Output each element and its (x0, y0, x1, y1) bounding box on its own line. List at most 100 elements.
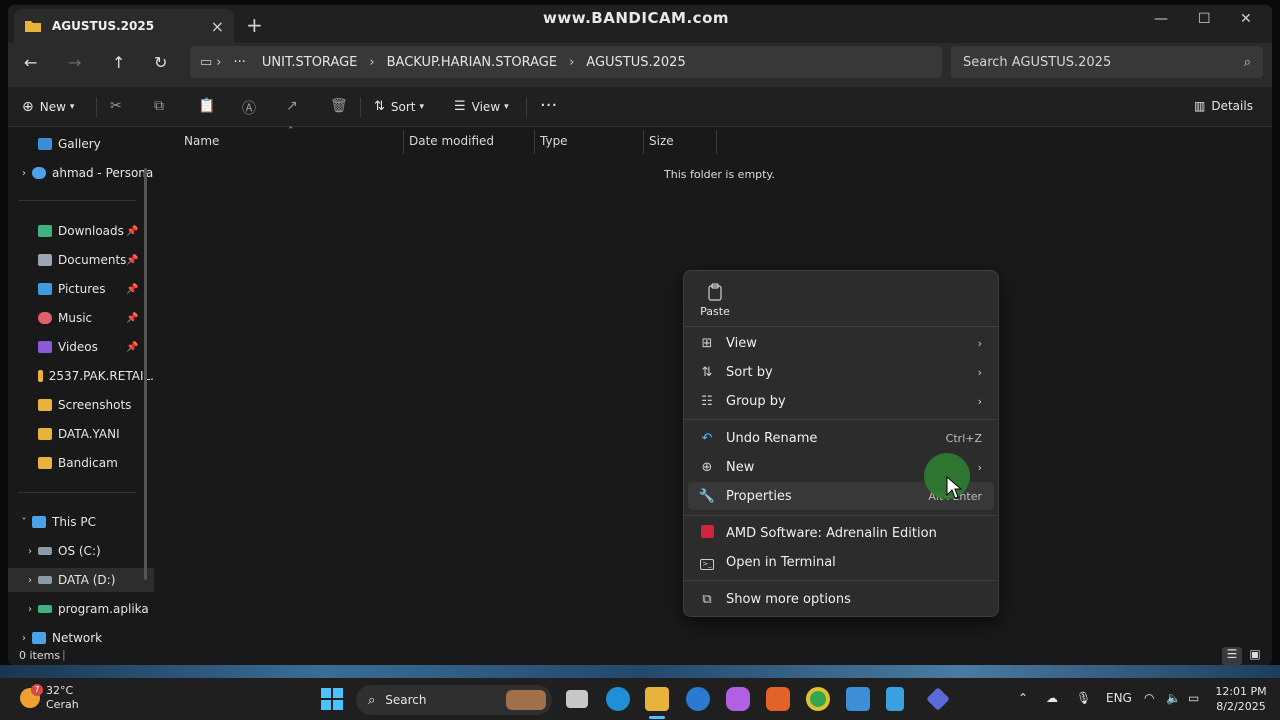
column-divider[interactable] (534, 130, 535, 154)
sidebar-item-music[interactable]: Music 📌 (8, 306, 154, 330)
menu-item-view[interactable]: ⊞ View › (688, 329, 994, 357)
column-header-type[interactable]: Type (540, 134, 568, 148)
close-window-button[interactable]: ✕ (1240, 11, 1252, 27)
sidebar-item-screenshots[interactable]: Screenshots (8, 393, 154, 417)
menu-item-amd-software[interactable]: AMD Software: Adrenalin Edition (688, 519, 994, 547)
app-icon[interactable] (686, 687, 710, 711)
delete-icon[interactable]: 🗑 (330, 98, 348, 114)
column-divider[interactable] (403, 130, 404, 154)
minimize-button[interactable]: — (1154, 11, 1168, 27)
pin-icon[interactable]: 📌 (126, 313, 138, 324)
sidebar-item-pictures[interactable]: Pictures 📌 (8, 277, 154, 301)
refresh-button[interactable]: ↻ (154, 53, 167, 72)
app-icon[interactable] (926, 687, 950, 711)
sort-button[interactable]: ⇅ Sort ▾ (374, 99, 424, 114)
app-icon[interactable] (766, 687, 790, 711)
maximize-button[interactable]: ☐ (1198, 11, 1211, 27)
sidebar-item-drive-d[interactable]: › DATA (D:) (8, 568, 154, 592)
copy-icon[interactable]: ⧉ (154, 98, 164, 114)
chevron-up-icon[interactable]: ⌃ (1018, 691, 1028, 705)
column-divider[interactable] (716, 130, 717, 154)
volume-icon[interactable]: 🔈 (1166, 691, 1181, 705)
copilot-icon[interactable] (726, 687, 750, 711)
edge-icon[interactable] (606, 687, 630, 711)
sidebar-item-label: Gallery (58, 137, 101, 151)
column-header-size[interactable]: Size (649, 134, 674, 148)
divider: | (62, 648, 66, 661)
sidebar-item-this-pc[interactable]: ˅ This PC (8, 510, 154, 534)
thumbnail-view-icon[interactable]: ▣ (1246, 647, 1264, 665)
view-button[interactable]: ☰ View ▾ (454, 99, 509, 114)
forward-button[interactable]: → (68, 53, 81, 72)
search-input[interactable]: Search AGUSTUS.2025 ⌕ (951, 46, 1263, 78)
paste-button[interactable]: Paste (694, 277, 736, 323)
wifi-icon[interactable]: ◠ (1144, 691, 1154, 705)
sidebar-item-gallery[interactable]: Gallery (8, 132, 154, 156)
paste-icon[interactable]: 📋 (198, 98, 215, 114)
breadcrumb-unit-storage[interactable]: UNIT.STORAGE (262, 55, 358, 70)
pin-icon[interactable]: 📌 (126, 342, 138, 353)
column-divider[interactable] (643, 130, 644, 154)
notepad-icon[interactable] (886, 687, 904, 711)
sidebar-item-onedrive[interactable]: › ahmad - Persona (8, 161, 154, 185)
new-button[interactable]: ⊕ New ▾ (22, 99, 74, 115)
address-row: ← → ↑ ↻ ▭ › ··· UNIT.STORAGE › BACKUP.HA… (8, 43, 1272, 87)
sidebar-item-label: ahmad - Persona (52, 166, 154, 180)
sidebar-item-drive-program[interactable]: › program.aplika (8, 597, 154, 621)
taskbar-search[interactable]: ⌕ Search (356, 685, 552, 715)
sidebar-item-downloads[interactable]: Downloads 📌 (8, 219, 154, 243)
file-explorer-icon[interactable] (645, 687, 669, 711)
menu-item-group-by[interactable]: ☷ Group by › (688, 387, 994, 415)
chrome-icon[interactable] (806, 687, 830, 711)
tab-agustus[interactable]: AGUSTUS.2025 × (14, 9, 234, 43)
battery-icon[interactable]: ▭ (1188, 691, 1199, 705)
sidebar-item-bandicam[interactable]: Bandicam (8, 451, 154, 475)
folder-icon (38, 457, 52, 469)
pin-icon[interactable]: 📌 (126, 226, 138, 237)
new-tab-button[interactable]: + (246, 13, 263, 37)
language-indicator[interactable]: ENG (1106, 691, 1132, 705)
breadcrumb-agustus[interactable]: AGUSTUS.2025 (586, 55, 685, 70)
weather-widget[interactable]: 7 32°C Cerah (20, 684, 79, 712)
sidebar-item-documents[interactable]: Documents 📌 (8, 248, 154, 272)
column-header-date-modified[interactable]: Date modified (409, 134, 494, 148)
scrollbar[interactable] (144, 168, 147, 580)
back-button[interactable]: ← (24, 53, 37, 72)
details-view-icon[interactable]: ☰ (1222, 647, 1242, 665)
breadcrumb-backup[interactable]: BACKUP.HARIAN.STORAGE (387, 55, 557, 70)
grid-icon: ⊞ (701, 335, 713, 351)
menu-item-undo-rename[interactable]: ↶ Undo Rename Ctrl+Z (688, 424, 994, 452)
menu-item-sort-by[interactable]: ⇅ Sort by › (688, 358, 994, 386)
rename-icon[interactable]: Ⓐ (242, 98, 256, 118)
close-icon[interactable]: × (211, 17, 224, 36)
context-menu: Paste ⊞ View › ⇅ Sort by › ☷ Group by › … (683, 270, 999, 617)
pin-icon[interactable]: 📌 (126, 255, 138, 266)
share-icon[interactable]: ↗ (286, 98, 298, 114)
sidebar-item-folder[interactable]: 2537.PAK.RETAIL. (8, 364, 154, 388)
task-view-icon[interactable] (566, 690, 588, 708)
pin-icon[interactable]: 📌 (126, 284, 138, 295)
details-button[interactable]: ▥ Details (1194, 99, 1253, 113)
menu-item-open-terminal[interactable]: >_ Open in Terminal (688, 548, 994, 576)
app-icon[interactable] (846, 687, 870, 711)
menu-item-show-more-options[interactable]: ⧉ Show more options (688, 585, 994, 613)
title-bar: AGUSTUS.2025 × + www.BANDICAM.com — ☐ ✕ (8, 5, 1272, 43)
sidebar-item-data-yani[interactable]: DATA.YANI (8, 422, 154, 446)
column-header-name[interactable]: Name (184, 134, 219, 148)
search-icon: ⌕ (1243, 54, 1251, 70)
address-bar[interactable]: ▭ › ··· UNIT.STORAGE › BACKUP.HARIAN.STO… (190, 46, 942, 78)
sidebar-item-drive-c[interactable]: › OS (C:) (8, 539, 154, 563)
more-options-button[interactable]: ··· (540, 95, 557, 116)
more-crumbs-button[interactable]: ··· (234, 55, 246, 70)
sidebar-item-videos[interactable]: Videos 📌 (8, 335, 154, 359)
sidebar-item-label: Documents (58, 253, 127, 267)
clock-date: 8/2/2025 (1216, 700, 1266, 713)
clock[interactable]: 12:01 PM 8/2/2025 (1210, 684, 1272, 714)
sidebar-item-label: Screenshots (58, 398, 132, 412)
cloud-sync-icon[interactable]: ☁ (1046, 691, 1058, 705)
microphone-icon[interactable]: 🎙 (1076, 691, 1091, 705)
chevron-right-icon: › (977, 365, 982, 379)
start-button[interactable] (320, 687, 344, 711)
up-button[interactable]: ↑ (112, 53, 125, 72)
cut-icon[interactable]: ✂ (110, 98, 122, 114)
